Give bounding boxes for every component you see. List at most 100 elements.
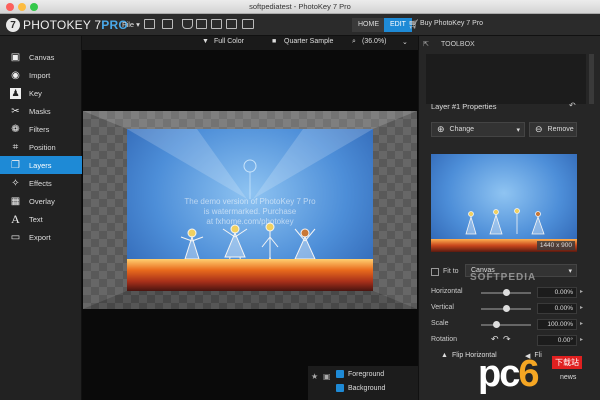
rotation-stepper-icon[interactable]: ▸ bbox=[580, 336, 583, 343]
logo-badge: 7 bbox=[6, 18, 20, 32]
vertical-stepper-icon[interactable]: ▸ bbox=[580, 304, 583, 311]
fire-strip bbox=[127, 259, 373, 291]
sidebar-item-label: Import bbox=[29, 70, 51, 80]
image-dimensions: 1440 x 900 bbox=[536, 241, 575, 250]
horizontal-label: Horizontal bbox=[431, 288, 463, 295]
rotate-right-icon[interactable]: ↷ bbox=[503, 334, 511, 345]
app-menubar: 7 PHOTOKEY 7PRO File ▾ HOME EDIT 🛒︎ Buy … bbox=[0, 14, 600, 36]
sidebar-item-layers[interactable]: ❐ Layers bbox=[0, 156, 82, 174]
layer-properties-title: Layer #1 Properties bbox=[431, 102, 497, 111]
image-icon[interactable]: ▣ bbox=[323, 372, 331, 381]
scale-value[interactable]: 100.00% bbox=[537, 319, 577, 330]
file-menu[interactable]: File ▾ bbox=[122, 20, 140, 29]
sidebar-item-label: Text bbox=[29, 214, 43, 224]
sidebar-item-label: Layers bbox=[29, 160, 52, 170]
sample-icon: ■ bbox=[272, 38, 277, 45]
star-icon[interactable]: ★ bbox=[311, 372, 318, 381]
wand-icon: ✧ bbox=[11, 177, 20, 189]
vertical-value[interactable]: 0.00% bbox=[537, 303, 577, 314]
horizontal-value[interactable]: 0.00% bbox=[537, 287, 577, 298]
demo-watermark: The demo version of PhotoKey 7 Pro is wa… bbox=[127, 197, 373, 227]
foreground-checkbox[interactable] bbox=[336, 370, 344, 378]
sidebar-item-overlay[interactable]: ▦ Overlay bbox=[0, 192, 82, 210]
watermark-line: at fxhome.com/photokey bbox=[206, 217, 294, 226]
horizontal-stepper-icon[interactable]: ▸ bbox=[580, 288, 583, 295]
foreground-row[interactable]: Foreground bbox=[336, 370, 384, 378]
mail-icon[interactable] bbox=[196, 19, 207, 29]
horizontal-slider-knob[interactable] bbox=[503, 289, 510, 296]
canvas-toolbar: ▼ Full Color ■ Quarter Sample ⌕ (36.0%) … bbox=[82, 36, 418, 50]
sidebar-item-label: Canvas bbox=[29, 52, 55, 62]
scale-stepper-icon[interactable]: ▸ bbox=[580, 320, 583, 327]
chevron-down-icon: ▾ bbox=[568, 267, 572, 275]
rotation-value[interactable]: 0.00° bbox=[537, 335, 577, 346]
export-image-icon[interactable] bbox=[226, 19, 237, 29]
scissors-icon: ✂ bbox=[11, 105, 20, 117]
sidebar-item-label: Masks bbox=[29, 106, 51, 116]
watermark-line: The demo version of PhotoKey 7 Pro bbox=[184, 197, 316, 206]
remove-label: Remove bbox=[547, 126, 574, 133]
watermark-line: is watermarked. Purchase bbox=[203, 207, 297, 216]
sidebar-item-label: Filters bbox=[29, 124, 50, 134]
plus-icon: ⊕ bbox=[437, 124, 445, 134]
app-logo: 7 PHOTOKEY 7PRO bbox=[6, 17, 128, 33]
properties-panel: ⇱ TOOLBOX Layer #1 Properties ↶ ⊕ Change… bbox=[418, 36, 600, 400]
layer-image[interactable]: The demo version of PhotoKey 7 Pro is wa… bbox=[127, 129, 373, 291]
background-label: Background bbox=[348, 384, 386, 392]
change-button[interactable]: ⊕ Change ▾ bbox=[431, 122, 525, 137]
sidebar-item-position[interactable]: ⌗ Position bbox=[0, 138, 82, 156]
canvas-icon: ▣ bbox=[10, 51, 21, 63]
new-project-icon[interactable] bbox=[144, 19, 155, 29]
scale-slider-knob[interactable] bbox=[493, 321, 500, 328]
zoom-icon: ⌕ bbox=[352, 38, 356, 45]
scale-slider[interactable] bbox=[481, 321, 531, 328]
sidebar-item-import[interactable]: ◉ Import bbox=[0, 66, 82, 84]
remove-button[interactable]: ⊖ Remove bbox=[529, 122, 577, 137]
crop-icon: ⌗ bbox=[12, 141, 19, 153]
sidebar-item-key[interactable]: ♟ Key bbox=[0, 84, 82, 102]
background-checkbox[interactable] bbox=[336, 384, 344, 392]
zoom-level[interactable]: (36.0%) bbox=[362, 38, 387, 45]
sidebar-item-filters[interactable]: ❁ Filters bbox=[0, 120, 82, 138]
sidebar-item-text[interactable]: A Text bbox=[0, 210, 82, 228]
export-icon: ▭ bbox=[10, 231, 21, 243]
horizontal-slider[interactable] bbox=[481, 289, 531, 296]
cart-icon[interactable]: 🛒︎ bbox=[408, 19, 419, 30]
minimize-window-button[interactable] bbox=[18, 3, 26, 11]
sidebar: ▣ Canvas ◉ Import ♟ Key ✂ Masks ❁ Filters ⌗ Po… bbox=[0, 36, 82, 400]
toolbox-body bbox=[426, 54, 586, 104]
print-icon[interactable] bbox=[162, 19, 173, 29]
sample-select[interactable]: Quarter Sample bbox=[284, 38, 333, 45]
canvas-stage[interactable]: The demo version of PhotoKey 7 Pro is wa… bbox=[83, 111, 417, 309]
zoom-window-button[interactable] bbox=[30, 3, 38, 11]
canvas-area[interactable]: The demo version of PhotoKey 7 Pro is wa… bbox=[82, 50, 418, 400]
popout-icon[interactable]: ⇱ bbox=[423, 40, 429, 48]
tab-home[interactable]: HOME bbox=[352, 18, 385, 32]
toolbox-scrollbar[interactable] bbox=[589, 54, 594, 104]
sidebar-item-label: Overlay bbox=[29, 196, 55, 206]
sidebar-item-canvas[interactable]: ▣ Canvas bbox=[0, 48, 82, 66]
reset-icon[interactable]: ↶ bbox=[569, 101, 576, 110]
sidebar-item-effects[interactable]: ✧ Effects bbox=[0, 174, 82, 192]
fit-to-checkbox[interactable] bbox=[431, 268, 439, 276]
vertical-slider[interactable] bbox=[481, 305, 531, 312]
logo-text: PHOTOKEY 7PRO bbox=[23, 18, 128, 32]
change-label: Change bbox=[449, 126, 475, 133]
sidebar-item-label: Export bbox=[29, 232, 51, 242]
vertical-label: Vertical bbox=[431, 304, 454, 311]
sidebar-item-masks[interactable]: ✂ Masks bbox=[0, 102, 82, 120]
chevron-down-icon[interactable]: ⌄ bbox=[402, 38, 408, 46]
batch-icon[interactable] bbox=[242, 19, 254, 29]
sidebar-item-export[interactable]: ▭ Export bbox=[0, 228, 82, 246]
sidebar-item-label: Effects bbox=[29, 178, 52, 188]
close-window-button[interactable] bbox=[6, 3, 14, 11]
background-row[interactable]: Background bbox=[336, 384, 385, 392]
share-icon[interactable] bbox=[211, 19, 222, 29]
layer-visibility-panel: ★ ▣ Foreground Background bbox=[308, 366, 418, 400]
save-icon[interactable] bbox=[182, 19, 193, 29]
rotate-left-icon[interactable]: ↶ bbox=[491, 334, 499, 345]
vertical-slider-knob[interactable] bbox=[503, 305, 510, 312]
buy-link[interactable]: Buy PhotoKey 7 Pro bbox=[420, 20, 483, 27]
filters-icon: ❁ bbox=[11, 123, 20, 135]
color-mode-select[interactable]: Full Color bbox=[214, 38, 244, 45]
